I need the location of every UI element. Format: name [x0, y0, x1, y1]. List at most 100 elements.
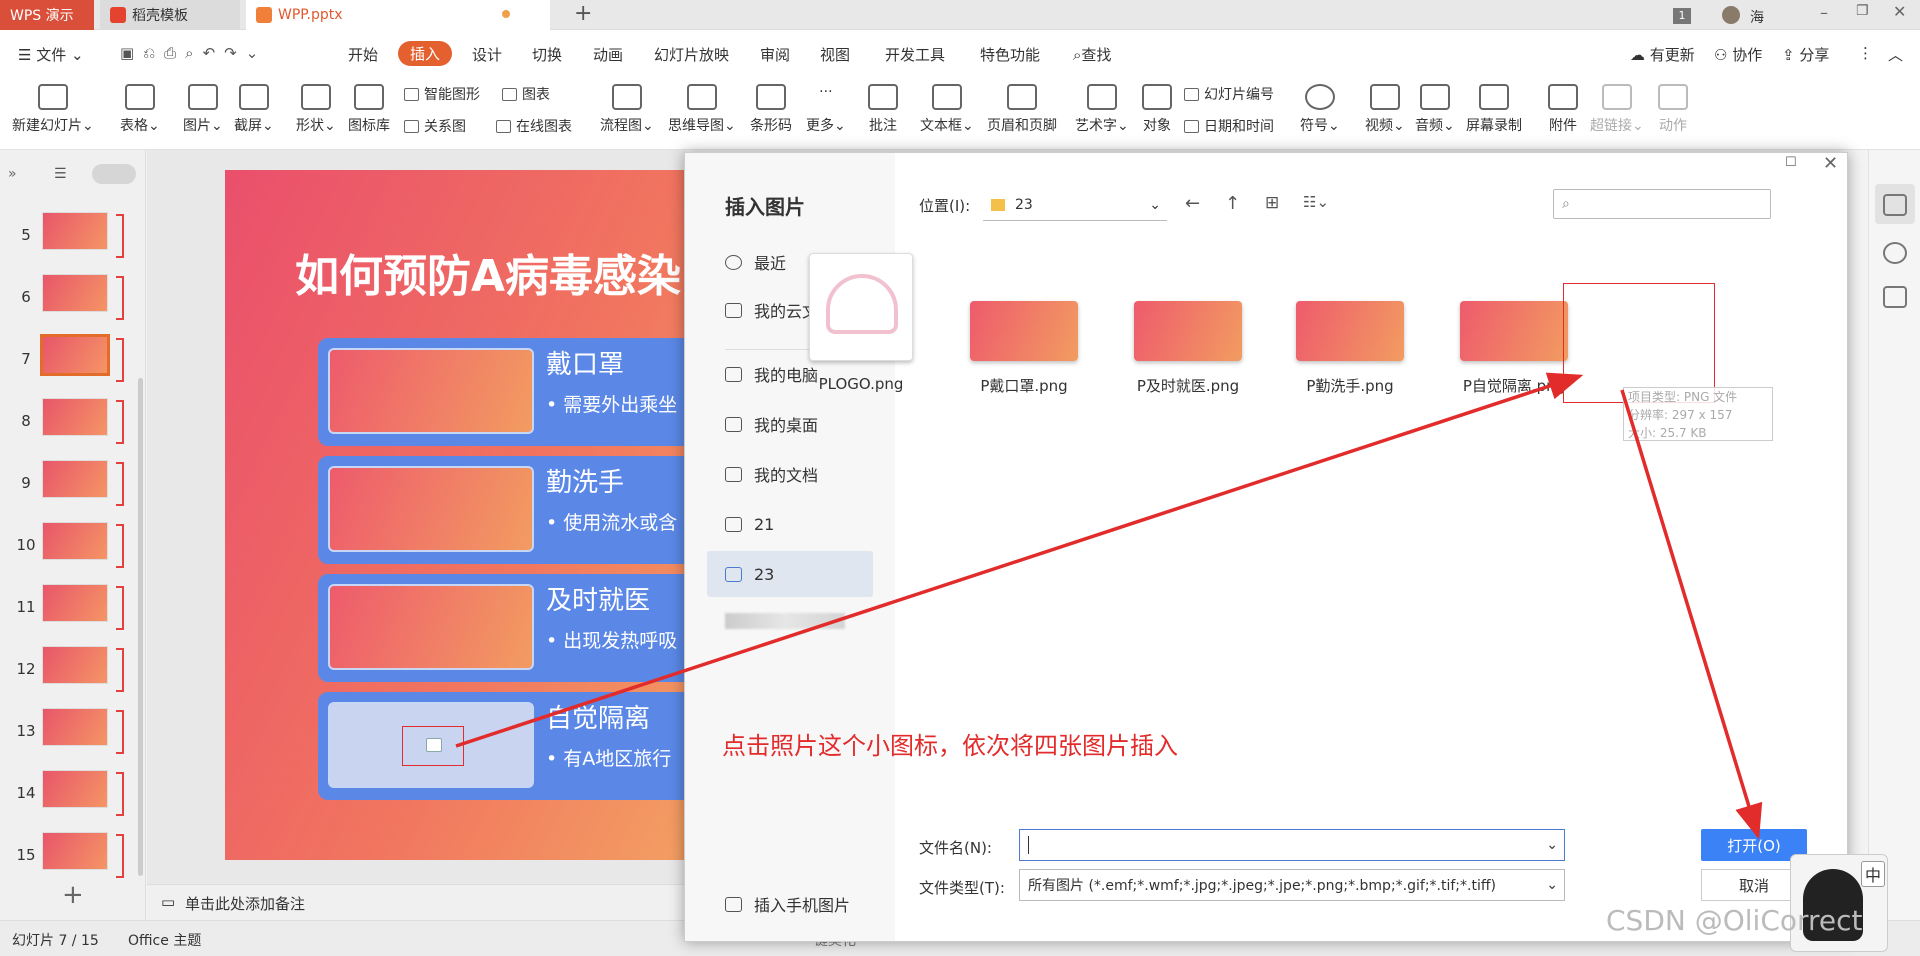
wordart-button[interactable]: 艺术字⌄: [1075, 82, 1129, 135]
ime-widget[interactable]: 中: [1790, 854, 1888, 952]
menu-design[interactable]: 设计: [472, 44, 502, 65]
menu-review[interactable]: 审阅: [760, 44, 790, 65]
thumbnail-row[interactable]: 15: [0, 830, 130, 886]
textbox-button[interactable]: 文本框⌄: [920, 82, 974, 135]
thumbnail-slide[interactable]: [42, 274, 108, 312]
theme-name[interactable]: Office 主题: [128, 930, 201, 950]
tab-document[interactable]: WPP.pptx: [246, 0, 550, 30]
online-chart-button[interactable]: 在线图表: [496, 116, 572, 136]
barcode-button[interactable]: 条形码: [750, 82, 792, 135]
thumbnail-row[interactable]: 9: [0, 458, 130, 514]
menu-view[interactable]: 视图: [820, 44, 850, 65]
thumbnail-slide[interactable]: [42, 708, 108, 746]
smart-art-button[interactable]: 智能图形: [404, 84, 480, 104]
menu-search[interactable]: ⌕查找: [1073, 44, 1111, 65]
thumbnail-view-toggle[interactable]: [92, 164, 136, 184]
screen-record-button[interactable]: 屏幕录制: [1466, 82, 1522, 135]
tab-wps-app[interactable]: WPS 演示: [0, 0, 94, 30]
slide-title[interactable]: 如何预防A病毒感染: [295, 240, 681, 304]
header-footer-button[interactable]: 页眉和页脚: [987, 82, 1057, 135]
thumbnail-row[interactable]: 11: [0, 582, 130, 638]
back-arrow-icon[interactable]: ←: [1185, 193, 1200, 214]
thumbnail-slide[interactable]: [42, 212, 108, 250]
outline-view-icon[interactable]: ☰: [54, 166, 67, 182]
ime-mode-label[interactable]: 中: [1861, 861, 1886, 887]
mindmap-button[interactable]: 思维导图⌄: [668, 82, 736, 135]
picture-placeholder[interactable]: [328, 702, 534, 788]
thumbnail-row[interactable]: 10: [0, 520, 130, 576]
more-button[interactable]: ··· 更多⌄: [806, 82, 846, 135]
video-button[interactable]: 视频⌄: [1365, 82, 1405, 135]
thumbnail-slide[interactable]: [42, 522, 108, 560]
slide-number-button[interactable]: 幻灯片编号: [1184, 84, 1274, 104]
dialog-close-icon[interactable]: ✕: [1823, 153, 1838, 174]
relation-button[interactable]: 关系图: [404, 116, 466, 136]
table-button[interactable]: 表格⌄: [120, 82, 160, 135]
avatar[interactable]: [1722, 6, 1740, 24]
thumbnail-scrollbar[interactable]: [138, 378, 143, 876]
flowchart-button[interactable]: 流程图⌄: [600, 82, 654, 135]
thumbnail-slide-selected[interactable]: [40, 334, 110, 376]
menu-developer[interactable]: 开发工具: [885, 44, 945, 65]
new-folder-icon[interactable]: ⊞: [1265, 193, 1279, 213]
thumbnail-row[interactable]: 8: [0, 396, 130, 452]
close-icon[interactable]: ✕: [1893, 2, 1906, 21]
thumbnail-slide[interactable]: [42, 832, 108, 870]
notes-bar[interactable]: ▭ 单击此处添加备注: [147, 884, 687, 920]
content-card[interactable]: 自觉隔离 • 有A地区旅行: [318, 692, 685, 800]
thumbnail-row[interactable]: 6: [0, 272, 130, 328]
thumbnail-row[interactable]: 13: [0, 706, 130, 762]
nav-folder-23[interactable]: 23: [707, 551, 873, 597]
quick-access-toolbar[interactable]: ▣⎌⎙⌕↶↷⌄: [120, 44, 267, 62]
up-arrow-icon[interactable]: ↑: [1225, 193, 1240, 214]
icon-library-button[interactable]: 图标库: [348, 82, 390, 135]
pin-icon[interactable]: [1883, 242, 1907, 264]
collapse-ribbon-icon[interactable]: ︿: [1888, 44, 1903, 65]
thumbnail-row[interactable]: 5: [0, 210, 130, 266]
collaborate-button[interactable]: ⚇ 协作: [1714, 44, 1762, 65]
menu-features[interactable]: 特色功能: [980, 44, 1040, 65]
expand-panel-icon[interactable]: »: [8, 166, 17, 182]
thumbnail-slide[interactable]: [42, 646, 108, 684]
menu-animation[interactable]: 动画: [593, 44, 623, 65]
more-options-icon[interactable]: ⋮: [1858, 44, 1873, 62]
thumbnail-slide[interactable]: [42, 460, 108, 498]
menu-slideshow[interactable]: 幻灯片放映: [654, 44, 729, 65]
chart-button[interactable]: 图表: [502, 84, 550, 104]
nav-documents[interactable]: 我的文档: [707, 453, 857, 495]
share-button[interactable]: ⇪ 分享: [1782, 44, 1829, 65]
thumbnail-row-selected[interactable]: 7: [0, 334, 130, 390]
menu-transition[interactable]: 切换: [532, 44, 562, 65]
location-select[interactable]: 23 ⌄: [983, 189, 1167, 221]
file-item[interactable]: P勤洗手.png: [1275, 301, 1425, 396]
add-slide-icon[interactable]: +: [62, 880, 84, 910]
content-card[interactable]: 勤洗手 • 使用流水或含: [318, 456, 685, 564]
picture-button[interactable]: 图片⌄: [183, 82, 223, 135]
thumbnail-slide[interactable]: [42, 584, 108, 622]
filename-input[interactable]: ⌄: [1019, 829, 1565, 861]
thumbnail-slide[interactable]: [42, 398, 108, 436]
filetype-select[interactable]: 所有图片 (*.emf;*.wmf;*.jpg;*.jpeg;*.jpe;*.p…: [1019, 869, 1565, 901]
update-button[interactable]: ☁ 有更新: [1630, 44, 1695, 65]
comment-button[interactable]: 批注: [868, 82, 898, 135]
shape-button[interactable]: 形状⌄: [296, 82, 336, 135]
view-mode-icon[interactable]: ☷⌄: [1303, 193, 1329, 211]
audio-button[interactable]: 音频⌄: [1415, 82, 1455, 135]
minimize-icon[interactable]: –: [1820, 3, 1828, 22]
handwash-picture[interactable]: [328, 466, 534, 552]
object-button[interactable]: 对象: [1142, 82, 1172, 135]
menu-insert[interactable]: 插入: [398, 41, 453, 66]
screenshot-button[interactable]: 截屏⌄: [234, 82, 274, 135]
dialog-search-input[interactable]: ⌕: [1553, 189, 1771, 219]
file-item[interactable]: PLOGO.png: [786, 253, 936, 393]
content-card[interactable]: 及时就医 • 出现发热呼吸: [318, 574, 685, 682]
restore-icon[interactable]: ❐: [1856, 3, 1869, 19]
file-item[interactable]: P及时就医.png: [1113, 301, 1263, 396]
copy-icon[interactable]: [1883, 286, 1907, 308]
tab-template[interactable]: 稻壳模板: [100, 0, 240, 30]
new-slide-button[interactable]: 新建幻灯片⌄: [12, 82, 94, 135]
mask-picture[interactable]: [328, 348, 534, 434]
thumbnail-row[interactable]: 12: [0, 644, 130, 700]
nav-folder-21[interactable]: 21: [707, 503, 857, 545]
content-card[interactable]: 戴口罩 • 需要外出乘坐: [318, 338, 685, 446]
